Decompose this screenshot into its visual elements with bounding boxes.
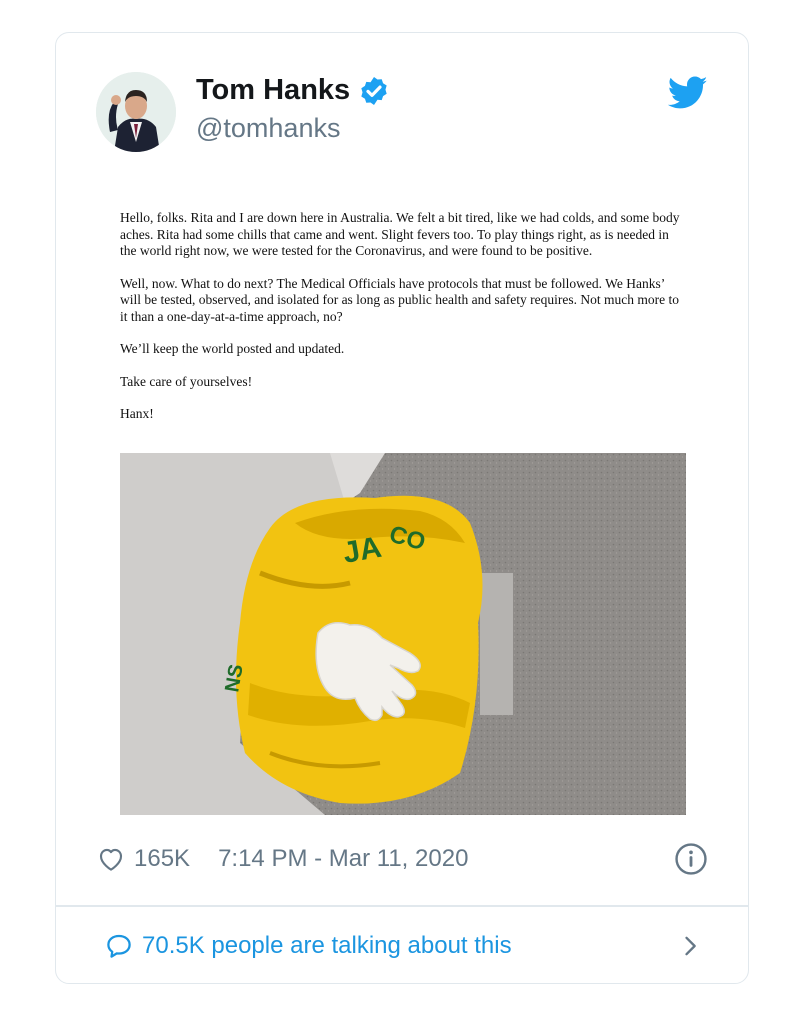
letter-paragraph: Take care of yourselves! [120, 373, 253, 389]
chevron-right-icon[interactable] [676, 932, 704, 960]
heart-icon[interactable] [96, 844, 126, 874]
conversation-link-text: 70.5K people are talking about this [142, 932, 512, 959]
like-count[interactable]: 165K [134, 845, 190, 873]
card-divider [56, 905, 748, 907]
conversation-link[interactable]: 70.5K people are talking about this [104, 928, 704, 964]
letter-paragraph: We’ll keep the world posted and updated. [120, 341, 345, 356]
info-icon[interactable] [674, 842, 708, 876]
statement-letter: Hello, folks. Rita and I are down here i… [120, 210, 686, 439]
verified-badge-icon [361, 76, 387, 105]
author-handle[interactable]: @tomhanks [196, 113, 340, 144]
author-name-text: Tom Hanks [196, 74, 351, 106]
author-avatar[interactable] [96, 72, 176, 152]
author-name[interactable]: Tom Hanks [196, 74, 390, 107]
tweet-meta-row: 165K 7:14 PM - Mar 11, 2020 [96, 842, 708, 876]
attached-photo[interactable]: JA CO NS [120, 453, 686, 815]
twitter-bird-icon[interactable] [668, 76, 708, 110]
svg-text:JA: JA [340, 531, 384, 570]
letter-paragraph: Well, now. What to do next? The Medical … [120, 275, 679, 324]
letter-paragraph: Hello, folks. Rita and I are down here i… [120, 210, 680, 258]
comment-bubble-icon [107, 934, 131, 958]
tweet-timestamp[interactable]: 7:14 PM - Mar 11, 2020 [218, 845, 468, 873]
letter-paragraph: Hanx! [120, 406, 154, 421]
